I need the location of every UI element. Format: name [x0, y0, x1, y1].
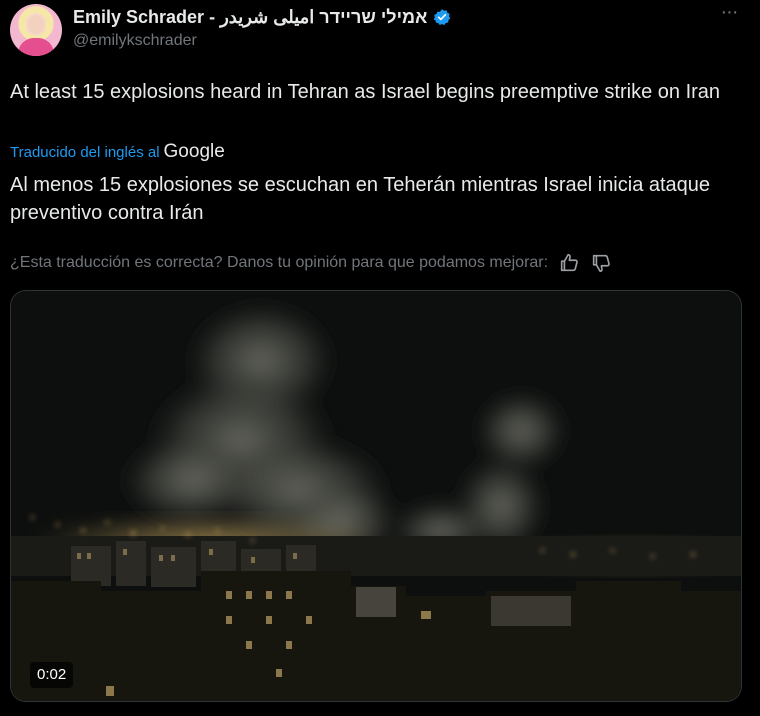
feedback-prompt: ¿Esta traducción es correcta? Danos tu o… — [10, 254, 549, 271]
avatar-hair — [23, 10, 49, 34]
thumbs-down-icon[interactable] — [590, 252, 612, 274]
video-timestamp: 0:02 — [30, 662, 74, 688]
more-options-icon[interactable]: ··· — [717, 2, 741, 29]
night-city-explosion-scene — [11, 291, 741, 701]
avatar[interactable] — [10, 4, 62, 56]
author-display-name[interactable]: Emily Schrader - אמילי שריידר اميلى شريد… — [73, 7, 427, 28]
tweet-video[interactable] — [10, 290, 742, 702]
author-handle[interactable]: @emilykschrader — [73, 32, 197, 50]
avatar-shirt — [18, 38, 54, 56]
tweet-text: At least 15 explosions heard in Tehran a… — [10, 81, 721, 103]
author-name-row[interactable]: Emily Schrader - אמילי שריידר اميلى شريد… — [73, 5, 451, 29]
translation-feedback: ¿Esta traducción es correcta? Danos tu o… — [10, 252, 612, 274]
google-logo: Google — [163, 141, 225, 162]
verified-badge-icon — [433, 9, 451, 26]
translated-text: Al menos 15 explosiones se escuchan en T… — [10, 174, 711, 224]
translation-attribution: Traducido del inglés al Google — [10, 140, 225, 164]
thumbs-up-icon[interactable] — [558, 252, 580, 274]
translated-from-link[interactable]: Traducido del inglés al — [10, 144, 160, 161]
